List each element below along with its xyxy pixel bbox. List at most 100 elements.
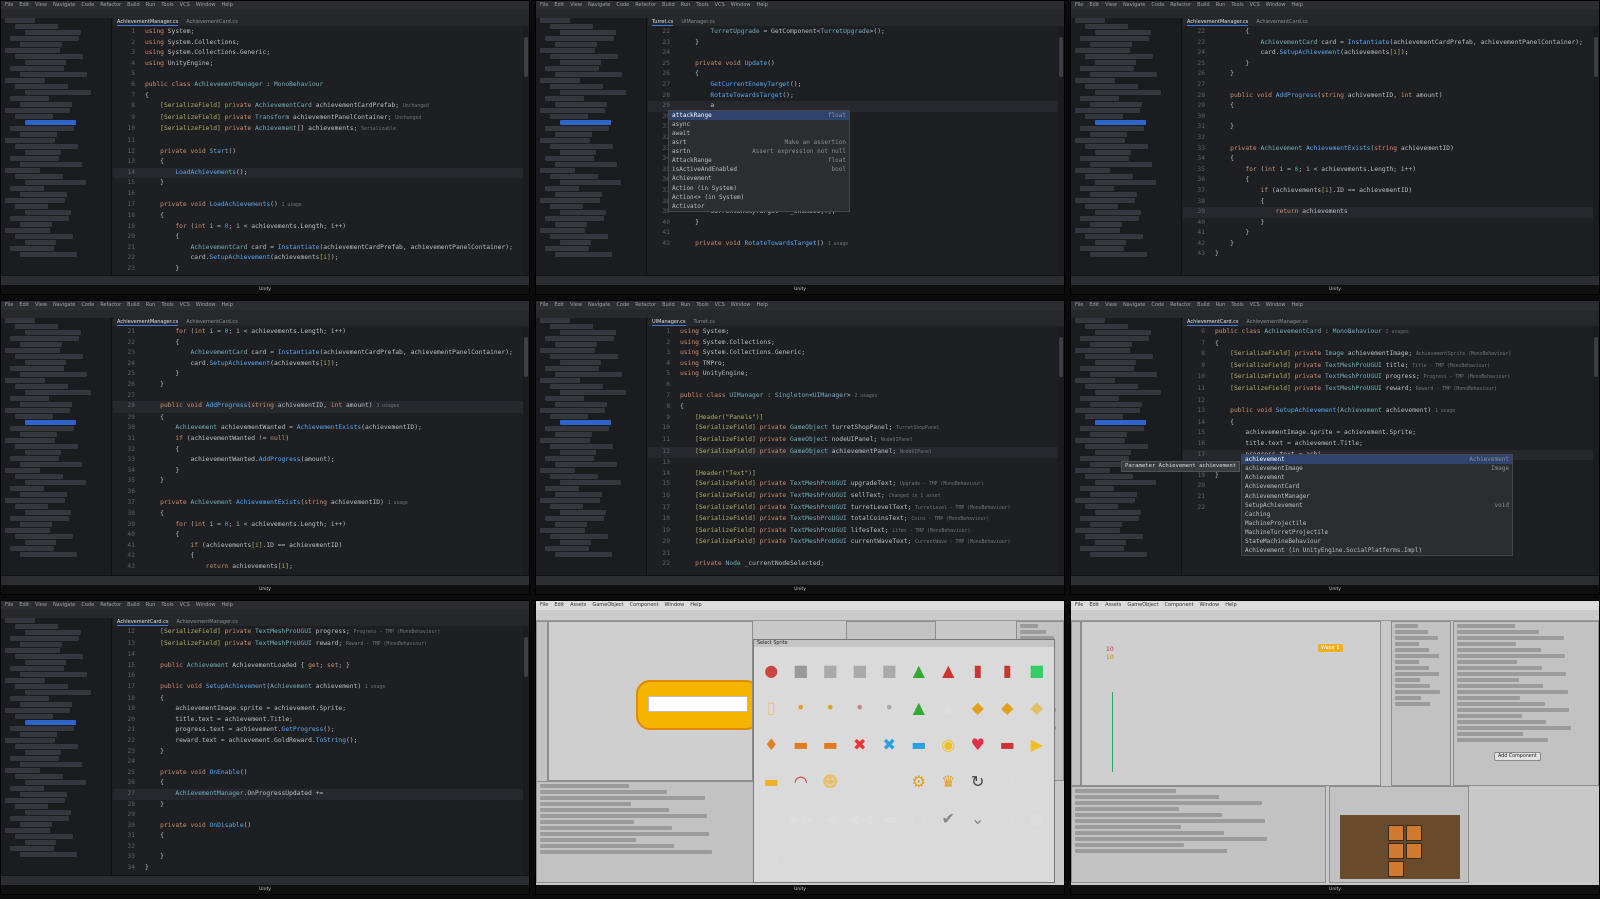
tile[interactable]	[1406, 825, 1422, 841]
code-line[interactable]: 8{	[648, 402, 1058, 413]
menu-item[interactable]: View	[1105, 1, 1117, 10]
menu-item[interactable]: Navigate	[53, 1, 75, 10]
project-tree-row[interactable]	[20, 192, 67, 197]
completion-item[interactable]: Caching	[1242, 510, 1512, 519]
menu-item[interactable]: Code	[81, 301, 94, 310]
project-tree-row[interactable]	[15, 234, 73, 239]
project-tree-row[interactable]	[1075, 198, 1135, 203]
menu-item[interactable]: Run	[681, 1, 691, 10]
project-tree-row[interactable]	[1085, 234, 1143, 239]
add-component-button[interactable]: Add Component	[1494, 752, 1541, 761]
project-tree-row[interactable]	[25, 540, 56, 545]
menu-item[interactable]: Code	[1151, 301, 1164, 310]
project-tree-row[interactable]	[20, 342, 62, 347]
code-line[interactable]: 19 [SerializeField] private TextMeshProU…	[648, 526, 1058, 538]
sprite-item[interactable]: ▬	[906, 728, 933, 762]
project-tree-row[interactable]	[5, 78, 45, 83]
project-tree-row[interactable]	[1085, 114, 1123, 119]
menu-item[interactable]: Refactor	[1170, 301, 1191, 310]
menu-item[interactable]: Edit	[1089, 601, 1099, 610]
scrollbar-thumb[interactable]	[524, 637, 528, 677]
project-tree-row[interactable]	[20, 402, 72, 407]
code-line[interactable]: 15 [SerializeField] private TextMeshProU…	[648, 479, 1058, 491]
project-tree-row[interactable]	[20, 252, 77, 257]
project-tree-row[interactable]	[5, 768, 40, 773]
project-tree-row[interactable]	[545, 246, 589, 251]
code-line[interactable]: 32 {	[113, 445, 523, 456]
menu-item[interactable]: VCS	[1250, 301, 1260, 310]
code-line[interactable]: 42 }	[1183, 239, 1593, 250]
project-tree-row[interactable]	[25, 510, 71, 515]
code-line[interactable]: 13	[648, 458, 1058, 469]
project-tree-row[interactable]	[1080, 96, 1119, 101]
code-line[interactable]: 26 {	[648, 69, 1058, 80]
code-line[interactable]: 12 private void Start()	[113, 147, 523, 158]
code-line[interactable]: 24 card.SetupAchievement(achievements[i]…	[113, 359, 523, 370]
menu-item[interactable]: File	[1075, 601, 1083, 610]
project-tree-row[interactable]	[1085, 474, 1133, 479]
project-tree-row[interactable]	[1090, 492, 1137, 497]
project-tree-row[interactable]	[5, 468, 40, 473]
menu-item[interactable]: Window	[196, 601, 216, 610]
project-tree-row[interactable]	[10, 216, 69, 221]
code-editor[interactable]: 21 for (int i = 0; i < achievements.Leng…	[113, 327, 523, 576]
menu-item[interactable]: File	[540, 601, 548, 610]
project-tree-row[interactable]	[25, 660, 66, 665]
menu-item[interactable]: Edit	[554, 1, 564, 10]
code-line[interactable]: 36	[113, 487, 523, 498]
project-tree-row[interactable]	[20, 672, 87, 677]
project-tree-row[interactable]	[560, 180, 621, 185]
menu-item[interactable]: Build	[662, 1, 675, 10]
project-tree-row[interactable]	[1080, 366, 1134, 371]
project-tree-row[interactable]	[555, 342, 597, 347]
code-line[interactable]: 6 public class AchievementCard : MonoBeha…	[1183, 327, 1593, 339]
sprite-item[interactable]: ▢	[788, 839, 815, 873]
project-tree-row[interactable]	[1095, 120, 1146, 125]
project-tree-row[interactable]	[20, 822, 52, 827]
menu-item[interactable]: Run	[146, 1, 156, 10]
editor-scrollbar[interactable]	[1593, 327, 1599, 576]
menu-item[interactable]: Help	[1225, 601, 1236, 610]
menu-item[interactable]: Help	[1291, 301, 1302, 310]
completion-item[interactable]: Action (in System)	[669, 184, 849, 193]
project-tree-row[interactable]	[545, 186, 579, 191]
menu-item[interactable]: VCS	[180, 1, 190, 10]
project-tree-row[interactable]	[10, 366, 64, 371]
code-line[interactable]: 17 private void LoadAchievements() 1 usa…	[113, 200, 523, 212]
code-line[interactable]: 34}	[113, 863, 523, 874]
menu-item[interactable]: Edit	[1089, 301, 1099, 310]
menu-item[interactable]: Refactor	[1170, 1, 1191, 10]
code-line[interactable]: 32	[1183, 133, 1593, 144]
project-tree-row[interactable]	[1075, 48, 1130, 53]
project-tree-row[interactable]	[1095, 30, 1151, 35]
project-tree-row[interactable]	[560, 60, 601, 65]
code-line[interactable]: 22 TurretUpgrade = GetComponent<TurretUp…	[648, 27, 1058, 38]
code-line[interactable]: 14	[113, 650, 523, 661]
project-tree-row[interactable]	[560, 540, 591, 545]
project-tree-row[interactable]	[1095, 390, 1161, 395]
hierarchy-panel[interactable]	[1071, 621, 1081, 786]
menu-item[interactable]: Navigate	[53, 301, 75, 310]
code-line[interactable]: 40 {	[113, 530, 523, 541]
code-line[interactable]: 42 private void RotateTowardsTarget() 1 …	[648, 239, 1058, 251]
project-tree-row[interactable]	[540, 378, 580, 383]
project-tree-row[interactable]	[1095, 360, 1136, 365]
code-line[interactable]: 11	[113, 136, 523, 147]
project-tree-row[interactable]	[550, 24, 593, 29]
menu-item[interactable]: File	[5, 301, 13, 310]
project-tree-row[interactable]	[10, 246, 54, 251]
code-line[interactable]: 10 [SerializeField] private GameObject t…	[648, 423, 1058, 435]
code-line[interactable]: 23 }	[113, 747, 523, 758]
code-line[interactable]: 38 {	[1183, 197, 1593, 208]
project-tree-row[interactable]	[5, 318, 35, 323]
project-tree-row[interactable]	[5, 48, 60, 53]
code-line[interactable]: 24 card.SetupAchievement(achievements[i]…	[1183, 48, 1593, 59]
menu-item[interactable]: Run	[681, 301, 691, 310]
project-tree-row[interactable]	[1095, 150, 1131, 155]
sprite-item[interactable]: ✔	[935, 802, 962, 836]
project-tree-row[interactable]	[540, 438, 590, 443]
completion-item[interactable]: MachineTurretProjectile	[1242, 528, 1512, 537]
code-line[interactable]: 27 GetCurrentEnemyTarget();	[648, 80, 1058, 91]
code-line[interactable]: 41 }	[1183, 228, 1593, 239]
sprite-item[interactable]: •	[876, 691, 903, 725]
